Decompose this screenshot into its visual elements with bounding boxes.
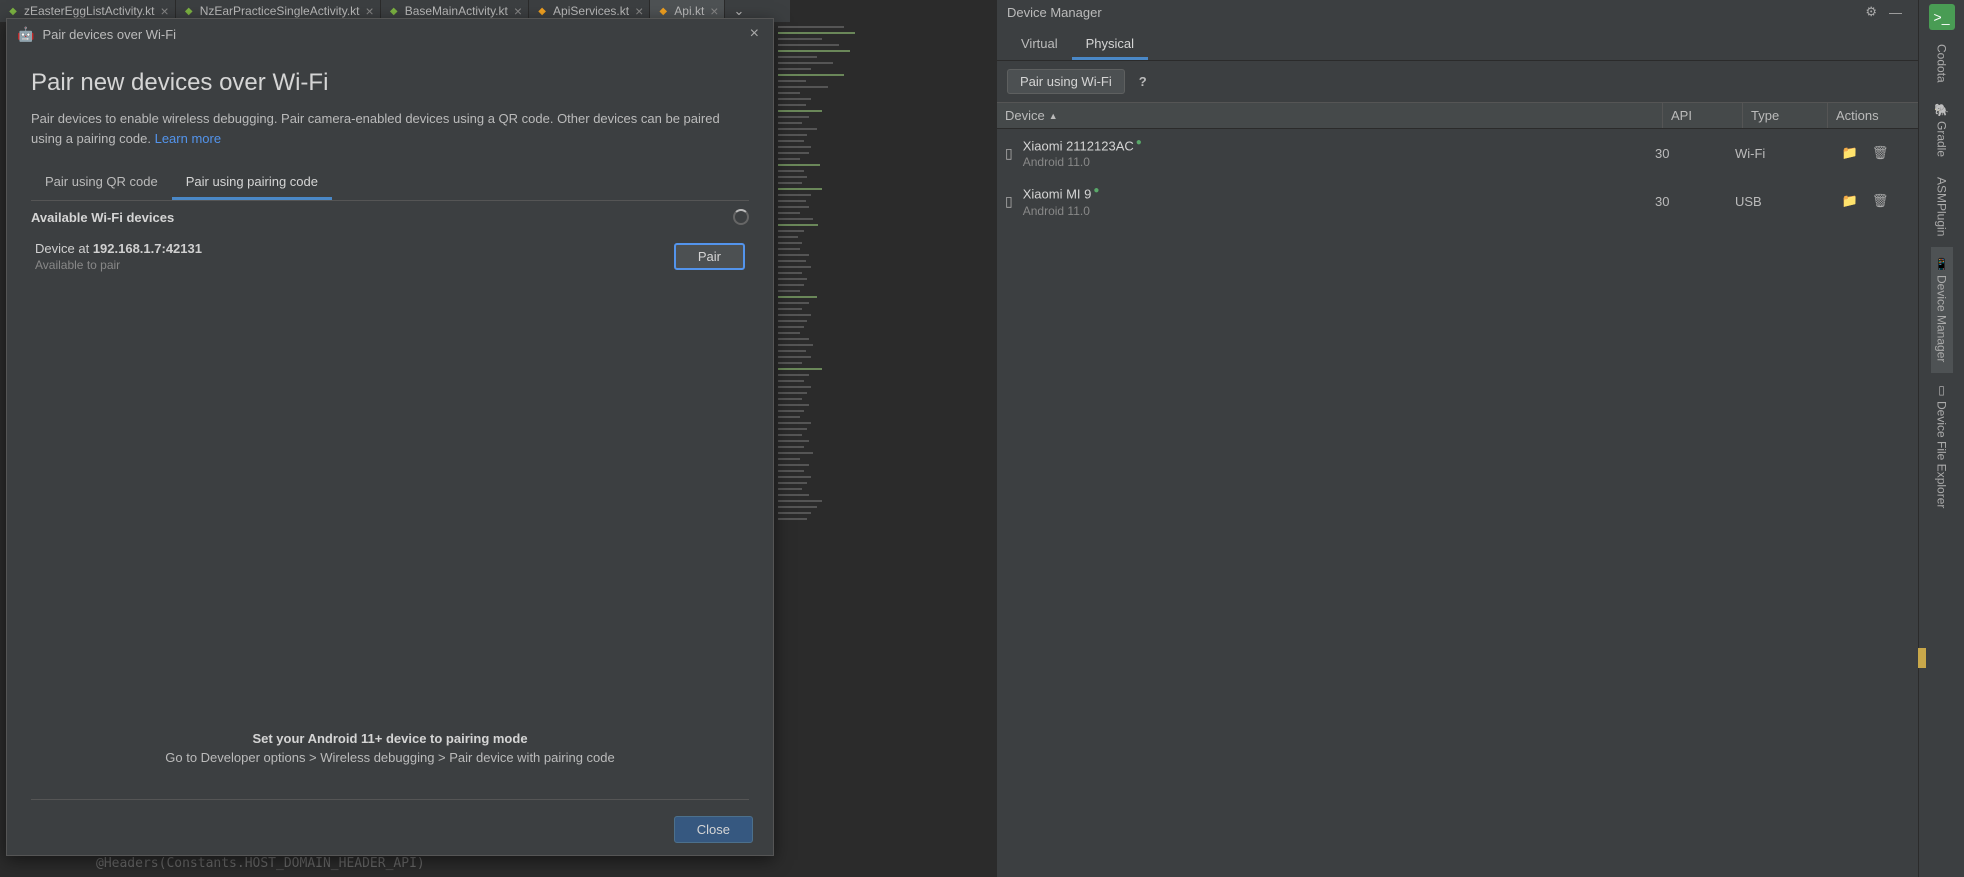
sidebar-tab-asm[interactable]: ASMPlugin	[1931, 167, 1953, 246]
editor-minimap[interactable]	[778, 22, 888, 862]
kotlin-icon: ◆	[387, 4, 401, 18]
device-type: USB	[1735, 194, 1820, 209]
device-row[interactable]: ▯ Xiaomi 2112123AC● Android 11.0 30 Wi-F…	[997, 129, 1918, 177]
sort-asc-icon: ▲	[1049, 111, 1058, 121]
loading-spinner-icon	[733, 209, 749, 225]
panel-header: Device Manager ⚙ —	[997, 0, 1918, 24]
panel-title: Device Manager	[1007, 5, 1859, 20]
th-device[interactable]: Device ▲	[997, 103, 1663, 128]
learn-more-link[interactable]: Learn more	[155, 131, 221, 146]
available-devices-header: Available Wi-Fi devices	[31, 201, 749, 233]
dialog-heading: Pair new devices over Wi-Fi	[31, 69, 749, 97]
folder-icon[interactable]: 📁	[1842, 145, 1858, 161]
close-icon[interactable]: ×	[514, 3, 522, 19]
terminal-icon[interactable]: >_	[1929, 4, 1955, 30]
sidebar-tab-device-manager[interactable]: 📱Device Manager	[1931, 247, 1953, 373]
kotlin-icon: ◆	[656, 4, 670, 18]
device-os: Android 11.0	[1023, 155, 1655, 169]
device-address: Device at 192.168.1.7:42131	[35, 241, 202, 256]
close-icon[interactable]: ×	[366, 3, 374, 19]
pairable-device-row: Device at 192.168.1.7:42131 Available to…	[31, 233, 749, 280]
close-button[interactable]: Close	[674, 816, 753, 843]
pair-wifi-button[interactable]: Pair using Wi-Fi	[1007, 69, 1125, 94]
pairing-hint: Set your Android 11+ device to pairing m…	[31, 721, 749, 795]
close-icon[interactable]: ×	[635, 3, 643, 19]
dialog-description: Pair devices to enable wireless debuggin…	[31, 109, 749, 148]
minimize-icon[interactable]: —	[1883, 5, 1908, 20]
sidebar-tab-device-file-explorer[interactable]: ▯Device File Explorer	[1931, 373, 1953, 518]
kotlin-icon: ◆	[182, 4, 196, 18]
sidebar-tab-codota[interactable]: Codota	[1931, 34, 1953, 93]
divider	[31, 799, 749, 800]
dialog-title: Pair devices over Wi-Fi	[42, 27, 745, 42]
gear-icon[interactable]: ⚙	[1859, 4, 1883, 20]
device-status: Available to pair	[35, 258, 202, 272]
tab-label: NzEarPracticeSingleActivity.kt	[200, 4, 360, 18]
dialog-titlebar: 🤖 Pair devices over Wi-Fi ×	[7, 19, 773, 49]
device-row[interactable]: ▯ Xiaomi MI 9● Android 11.0 30 USB 📁 🗑	[997, 177, 1918, 225]
device-toolbar: Pair using Wi-Fi ?	[997, 61, 1918, 102]
more-tabs-button[interactable]: ⌄	[725, 3, 752, 19]
pair-method-tabs: Pair using QR code Pair using pairing co…	[31, 166, 749, 201]
help-icon[interactable]: ?	[1135, 74, 1151, 89]
trash-icon[interactable]: 🗑	[1872, 145, 1889, 161]
close-icon[interactable]: ×	[746, 25, 763, 43]
phone-icon: ▯	[1005, 193, 1013, 210]
device-type-tabs: Virtual Physical	[997, 24, 1918, 61]
device-api: 30	[1655, 146, 1735, 161]
device-api: 30	[1655, 194, 1735, 209]
trash-icon[interactable]: 🗑	[1872, 193, 1889, 209]
phone-icon: ▯	[1005, 145, 1013, 162]
th-actions[interactable]: Actions	[1828, 103, 1918, 128]
tab-pair-code[interactable]: Pair using pairing code	[172, 166, 332, 200]
tab-virtual[interactable]: Virtual	[1007, 30, 1072, 60]
kotlin-icon: ◆	[535, 4, 549, 18]
kotlin-icon: ◆	[6, 4, 20, 18]
device-table: Device ▲ API Type Actions ▯ Xiaomi 21121…	[997, 102, 1918, 877]
android-icon: 🤖	[17, 26, 34, 43]
tab-label: zEasterEggListActivity.kt	[24, 4, 155, 18]
right-toolbar: >_ Codota 🐘Gradle ASMPlugin 📱Device Mana…	[1918, 0, 1964, 877]
pair-button[interactable]: Pair	[674, 243, 745, 270]
device-type: Wi-Fi	[1735, 146, 1820, 161]
tab-label: ApiServices.kt	[553, 4, 629, 18]
pair-wifi-dialog: 🤖 Pair devices over Wi-Fi × Pair new dev…	[6, 18, 774, 856]
sidebar-tab-gradle[interactable]: 🐘Gradle	[1931, 93, 1953, 168]
close-icon[interactable]: ×	[161, 3, 169, 19]
tab-label: Api.kt	[674, 4, 704, 18]
device-manager-panel: Device Manager ⚙ — Virtual Physical Pair…	[996, 0, 1918, 877]
code-fragment: @Headers(Constants.HOST_DOMAIN_HEADER_AP…	[96, 856, 425, 871]
status-dot-icon: ●	[1093, 185, 1099, 196]
table-header: Device ▲ API Type Actions	[997, 102, 1918, 129]
tab-physical[interactable]: Physical	[1072, 30, 1148, 60]
tab-label: BaseMainActivity.kt	[405, 4, 508, 18]
close-icon[interactable]: ×	[710, 3, 718, 19]
th-type[interactable]: Type	[1743, 103, 1828, 128]
device-name: Xiaomi 2112123AC●	[1023, 137, 1655, 153]
device-os: Android 11.0	[1023, 204, 1655, 218]
status-dot-icon: ●	[1136, 137, 1142, 148]
scrollbar-marker	[1918, 648, 1926, 668]
th-api[interactable]: API	[1663, 103, 1743, 128]
tab-pair-qr[interactable]: Pair using QR code	[31, 166, 172, 200]
device-name: Xiaomi MI 9●	[1023, 185, 1655, 201]
folder-icon[interactable]: 📁	[1842, 193, 1858, 209]
